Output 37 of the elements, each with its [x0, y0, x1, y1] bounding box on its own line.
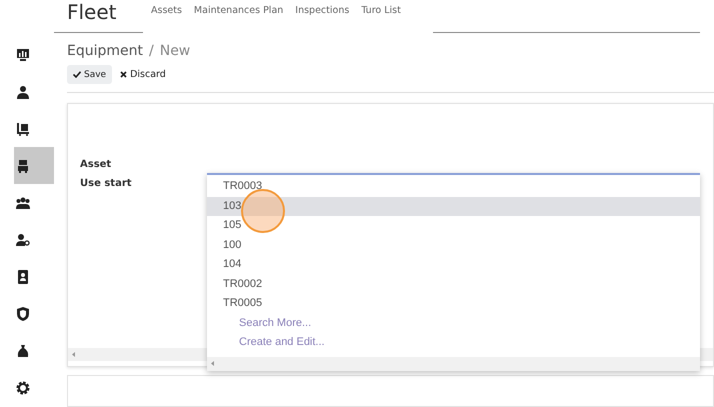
- breadcrumb-separator: /: [149, 43, 154, 59]
- click-indicator: [241, 189, 285, 233]
- dropdown-option[interactable]: TR0002: [207, 274, 700, 294]
- dropdown-action[interactable]: Search More...: [207, 314, 700, 333]
- check-icon: [73, 71, 81, 78]
- save-button[interactable]: Save: [67, 65, 112, 84]
- user-search-icon: [16, 232, 30, 246]
- scroll-left-icon: [72, 352, 75, 357]
- dropdown-option[interactable]: TR0003: [207, 177, 700, 196]
- field-label: Use start: [80, 178, 132, 189]
- discard-button[interactable]: Discard: [118, 65, 168, 84]
- menu-item[interactable]: Assets: [151, 6, 182, 16]
- dropdown-action[interactable]: Create and Edit...: [207, 333, 700, 352]
- app-title: Fleet: [67, 2, 117, 22]
- menu-item[interactable]: Inspections: [295, 6, 350, 16]
- sidebar-item[interactable]: [14, 147, 54, 184]
- scroll-left-icon: [211, 361, 214, 366]
- close-icon: [120, 71, 128, 78]
- money-bag-icon: [16, 344, 30, 358]
- settings-icon: [16, 380, 30, 394]
- shield-icon: [16, 306, 30, 320]
- dropdown-option[interactable]: TR0005: [207, 294, 700, 314]
- horizontal-scrollbar[interactable]: [207, 356, 700, 370]
- cart-icon: [16, 122, 30, 136]
- dropdown-option[interactable]: 104: [207, 255, 700, 274]
- dropdown-option[interactable]: 100: [207, 236, 700, 255]
- dropdown-option[interactable]: 105: [207, 216, 700, 236]
- field-label: Asset: [80, 159, 112, 170]
- breadcrumb-current: New: [160, 43, 190, 59]
- monitor-icon: [16, 48, 30, 62]
- breadcrumb-link[interactable]: Equipment: [67, 43, 143, 59]
- person-icon: [16, 84, 30, 98]
- dropdown-option[interactable]: 103: [207, 196, 700, 216]
- menu-item[interactable]: Maintenances Plan: [194, 6, 284, 16]
- contact-book-icon: [16, 270, 30, 284]
- group-icon: [16, 196, 30, 210]
- menu-item[interactable]: Turo List: [361, 6, 401, 16]
